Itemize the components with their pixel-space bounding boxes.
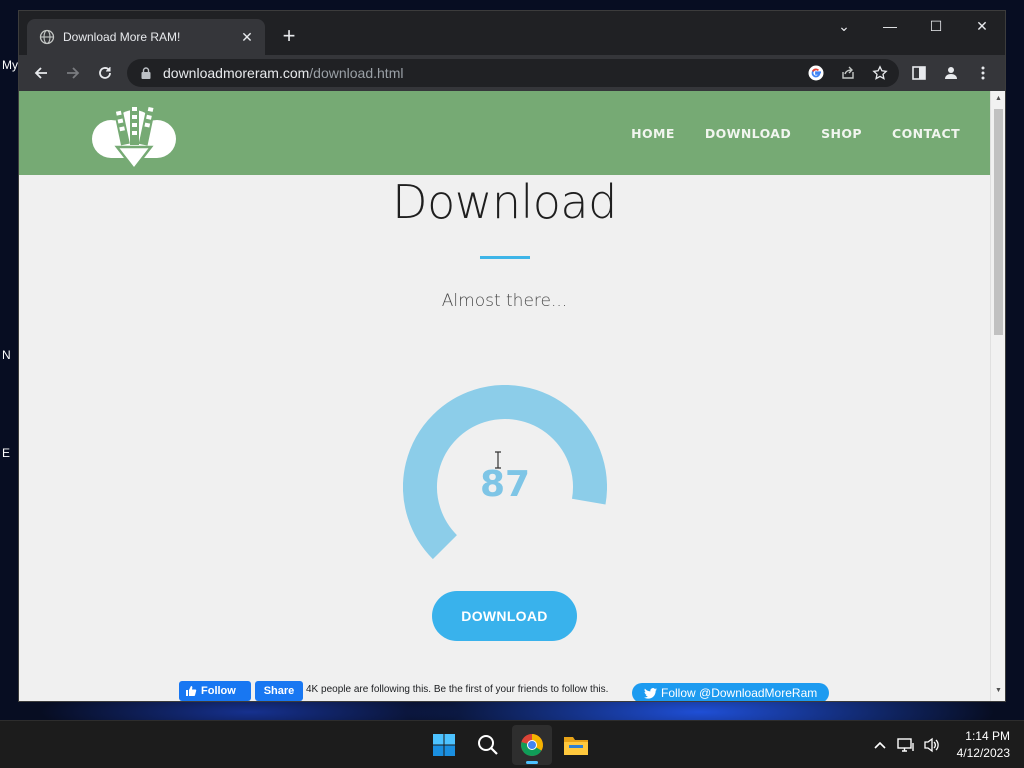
desktop-icon-label[interactable]: E <box>2 446 10 460</box>
taskbar-explorer-button[interactable] <box>556 725 596 765</box>
twitter-follow-label: Follow @DownloadMoreRam <box>661 686 818 700</box>
url-path: /download.html <box>309 65 404 81</box>
chevron-up-icon[interactable] <box>867 741 893 749</box>
back-button[interactable] <box>25 59 57 87</box>
desktop-icon-label[interactable]: N <box>2 348 11 362</box>
site-header: HOME DOWNLOAD SHOP CONTACT <box>19 91 990 175</box>
facebook-share-button[interactable]: Share <box>255 681 303 701</box>
taskbar: 1:14 PM 4/12/2023 <box>0 720 1024 768</box>
facebook-follow-text: 4K people are following this. Be the fir… <box>306 684 609 695</box>
new-tab-button[interactable]: + <box>277 25 301 49</box>
start-button[interactable] <box>424 725 464 765</box>
page-scrollbar[interactable]: ▲ ▼ <box>990 91 1005 701</box>
title-divider <box>480 256 530 259</box>
browser-toolbar: downloadmoreram.com/download.html <box>19 55 1005 91</box>
maximize-button[interactable]: ☐ <box>913 11 959 41</box>
taskbar-search-button[interactable] <box>468 725 508 765</box>
lock-icon[interactable] <box>139 66 153 80</box>
arrow-right-icon <box>67 67 80 79</box>
desktop-icon-label[interactable]: My <box>2 58 18 72</box>
scroll-up-icon[interactable]: ▲ <box>994 95 1003 105</box>
clock-time: 1:14 PM <box>965 729 1010 743</box>
reload-icon <box>99 67 111 79</box>
taskbar-chrome-button[interactable] <box>512 725 552 765</box>
address-bar[interactable]: downloadmoreram.com/download.html <box>127 59 899 87</box>
menu-button[interactable] <box>967 59 999 87</box>
side-panel-button[interactable] <box>903 59 935 87</box>
progress-value: 87 <box>479 464 531 505</box>
window-controls: ⌄ — ☐ ✕ <box>821 11 1005 43</box>
kebab-menu-icon <box>981 66 985 80</box>
windows-logo-icon <box>433 734 455 756</box>
globe-icon <box>39 29 55 45</box>
side-panel-icon <box>912 66 926 80</box>
tab-title: Download More RAM! <box>63 30 181 44</box>
facebook-follow-button[interactable]: Follow <box>179 681 251 701</box>
nav-download-link[interactable]: DOWNLOAD <box>705 126 791 141</box>
tab-strip: Download More RAM! ✕ + ⌄ — ☐ ✕ <box>19 11 1005 55</box>
site-logo-icon[interactable] <box>89 97 179 171</box>
scroll-down-icon[interactable]: ▼ <box>994 687 1003 697</box>
arrow-left-icon <box>34 67 47 79</box>
clock-date: 4/12/2023 <box>956 746 1010 760</box>
nav-shop-link[interactable]: SHOP <box>821 126 862 141</box>
profile-button[interactable] <box>935 59 967 87</box>
download-button[interactable]: DOWNLOAD <box>432 591 577 641</box>
reload-button[interactable] <box>89 59 121 87</box>
text-cursor-icon <box>495 451 501 469</box>
address-bar-actions <box>803 59 893 87</box>
browser-tab[interactable]: Download More RAM! ✕ <box>27 19 265 55</box>
nav-home-link[interactable]: HOME <box>631 126 675 141</box>
social-bar: Follow Share 4K people are following thi… <box>179 681 879 701</box>
nav-contact-link[interactable]: CONTACT <box>892 126 960 141</box>
page-subtitle: Almost there... <box>441 291 568 311</box>
bookmark-star-icon[interactable] <box>867 60 893 86</box>
facebook-follow-label: Follow <box>201 685 236 697</box>
taskbar-apps <box>424 725 596 765</box>
network-icon[interactable] <box>893 737 919 753</box>
chrome-icon <box>521 734 543 756</box>
tab-search-icon[interactable]: ⌄ <box>821 11 867 41</box>
scrollbar-thumb[interactable] <box>994 109 1003 335</box>
search-icon <box>478 735 498 755</box>
forward-button[interactable] <box>57 59 89 87</box>
site-nav: HOME DOWNLOAD SHOP CONTACT <box>631 91 990 175</box>
thumbs-up-icon <box>186 686 197 696</box>
google-icon[interactable] <box>803 60 829 86</box>
minimize-button[interactable]: — <box>867 11 913 41</box>
toolbar-right <box>903 59 999 87</box>
volume-icon[interactable] <box>919 737 945 753</box>
tab-close-icon[interactable]: ✕ <box>239 29 255 45</box>
twitter-follow-button[interactable]: Follow @DownloadMoreRam <box>632 683 829 701</box>
page-viewport: HOME DOWNLOAD SHOP CONTACT Download Almo… <box>19 91 1005 701</box>
browser-window: Download More RAM! ✕ + ⌄ — ☐ ✕ downloadm… <box>18 10 1006 702</box>
taskbar-clock[interactable]: 1:14 PM 4/12/2023 <box>957 728 1010 762</box>
active-app-indicator <box>526 761 538 764</box>
folder-icon <box>564 737 588 755</box>
profile-icon <box>945 67 957 79</box>
page-title: Download <box>392 175 617 229</box>
share-icon[interactable] <box>835 60 861 86</box>
system-tray: 1:14 PM 4/12/2023 <box>867 721 1010 768</box>
url-host: downloadmoreram.com <box>163 65 310 81</box>
twitter-bird-icon <box>644 687 657 699</box>
close-window-button[interactable]: ✕ <box>959 11 1005 41</box>
